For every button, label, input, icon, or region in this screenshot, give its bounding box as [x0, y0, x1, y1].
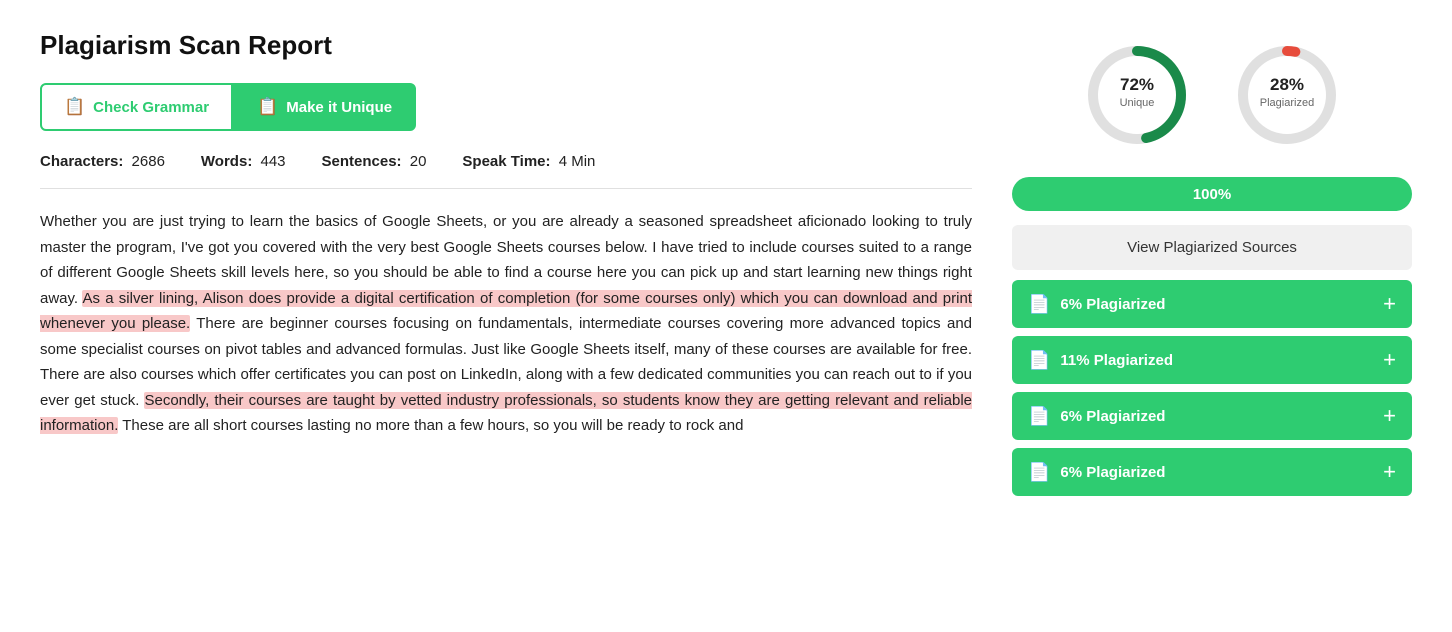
view-plagiarized-sources-button[interactable]: View Plagiarized Sources — [1012, 225, 1412, 270]
unique-percent-text: 72% — [1120, 75, 1154, 94]
source-item-0-label: 6% Plagiarized — [1060, 296, 1165, 313]
source-item-2-label: 6% Plagiarized — [1060, 408, 1165, 425]
progress-bar-label: 100% — [1193, 186, 1231, 203]
speak-time-label: Speak Time: — [462, 153, 550, 170]
source-item-2[interactable]: 📄 6% Plagiarized + — [1012, 392, 1412, 440]
unique-donut-center: 72% Unique — [1082, 40, 1192, 155]
unique-label-text: Unique — [1120, 97, 1155, 109]
words-label: Words: — [201, 153, 252, 170]
source-doc-icon-3: 📄 — [1028, 462, 1050, 483]
sentences-label: Sentences: — [322, 153, 402, 170]
make-unique-icon: 📋 — [257, 97, 278, 117]
plagiarized-donut: 28% Plagiarized — [1232, 40, 1342, 155]
source-item-3[interactable]: 📄 6% Plagiarized + — [1012, 448, 1412, 496]
check-grammar-button[interactable]: 📋 Check Grammar — [40, 83, 233, 131]
check-grammar-icon: 📋 — [64, 97, 85, 117]
source-item-0-plus: + — [1383, 293, 1396, 315]
unique-donut-svg: 72% Unique — [1082, 40, 1192, 150]
stat-sentences: Sentences: 20 — [322, 153, 427, 170]
words-value: 443 — [260, 153, 285, 170]
text-after: These are all short courses lasting no m… — [118, 417, 743, 434]
left-panel: Plagiarism Scan Report 📋 Check Grammar 📋… — [40, 30, 972, 504]
source-doc-icon-2: 📄 — [1028, 406, 1050, 427]
source-item-3-label: 6% Plagiarized — [1060, 464, 1165, 481]
speak-time-value: 4 Min — [559, 153, 596, 170]
action-buttons: 📋 Check Grammar 📋 Make it Unique — [40, 83, 972, 131]
source-item-1-plus: + — [1383, 349, 1396, 371]
unique-donut: 72% Unique — [1082, 40, 1192, 155]
make-unique-button[interactable]: 📋 Make it Unique — [233, 83, 416, 131]
source-item-3-plus: + — [1383, 461, 1396, 483]
source-item-0-left: 📄 6% Plagiarized — [1028, 294, 1165, 315]
source-item-1-label: 11% Plagiarized — [1060, 352, 1173, 369]
check-grammar-label: Check Grammar — [93, 99, 209, 116]
sentences-value: 20 — [410, 153, 427, 170]
right-panel: 72% Unique 28% Plagiarized 1 — [1012, 30, 1412, 504]
donut-charts-row: 72% Unique 28% Plagiarized — [1012, 40, 1412, 155]
stats-row: Characters: 2686 Words: 443 Sentences: 2… — [40, 153, 972, 189]
source-item-2-left: 📄 6% Plagiarized — [1028, 406, 1165, 427]
source-doc-icon-1: 📄 — [1028, 350, 1050, 371]
progress-bar: 100% — [1012, 177, 1412, 211]
plagiarized-label-text: Plagiarized — [1260, 97, 1314, 109]
stat-speak-time: Speak Time: 4 Min — [462, 153, 595, 170]
source-item-2-plus: + — [1383, 405, 1396, 427]
content-text: Whether you are just trying to learn the… — [40, 209, 972, 439]
source-doc-icon-0: 📄 — [1028, 294, 1050, 315]
source-item-3-left: 📄 6% Plagiarized — [1028, 462, 1165, 483]
source-item-1[interactable]: 📄 11% Plagiarized + — [1012, 336, 1412, 384]
make-unique-label: Make it Unique — [286, 99, 392, 116]
stat-characters: Characters: 2686 — [40, 153, 165, 170]
stat-words: Words: 443 — [201, 153, 286, 170]
page-title: Plagiarism Scan Report — [40, 30, 972, 61]
source-item-0[interactable]: 📄 6% Plagiarized + — [1012, 280, 1412, 328]
plagiarized-donut-svg: 28% Plagiarized — [1232, 40, 1342, 150]
characters-label: Characters: — [40, 153, 123, 170]
source-items-list: 📄 6% Plagiarized + 📄 11% Plagiarized + 📄… — [1012, 280, 1412, 496]
characters-value: 2686 — [132, 153, 165, 170]
plagiarized-percent-text: 28% — [1270, 75, 1304, 94]
source-item-1-left: 📄 11% Plagiarized — [1028, 350, 1173, 371]
plagiarized-donut-center: 28% Plagiarized — [1232, 40, 1342, 155]
